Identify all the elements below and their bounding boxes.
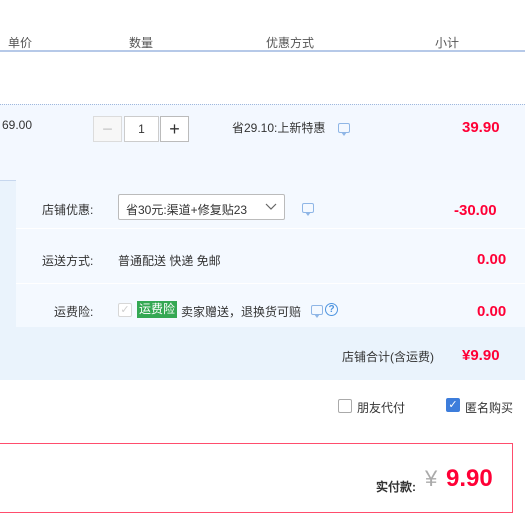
insurance-badge: 运费险 — [137, 301, 178, 318]
insurance-label: 运费险: — [54, 305, 94, 319]
shop-discount-select[interactable]: 省30元:渠道+修复贴23 — [118, 194, 285, 220]
header-quantity: 数量 — [129, 36, 154, 50]
friend-pay-label[interactable]: 朋友代付 — [357, 399, 405, 416]
delivery-method: 普通配送 快递 免邮 — [118, 254, 221, 268]
currency-symbol: ¥ — [425, 466, 438, 491]
order-item-row — [0, 104, 525, 181]
friend-pay-checkbox[interactable] — [338, 399, 352, 413]
shop-discount-selected: 省30元:渠道+修复贴23 — [126, 203, 248, 217]
help-icon[interactable]: ? — [325, 303, 338, 316]
delivery-amount: 0.00 — [477, 251, 507, 268]
chat-bubble-icon[interactable] — [302, 203, 314, 216]
chat-bubble-icon[interactable] — [311, 305, 323, 318]
header-unit-price: 单价 — [8, 36, 33, 50]
shop-total-value: ¥9.90 — [462, 347, 500, 364]
header-discount-method: 优惠方式 — [266, 36, 315, 50]
shop-discount-label: 店铺优惠: — [42, 203, 94, 217]
insurance-text: 卖家赠送，退换货可赔 — [181, 305, 302, 319]
anonymous-checkbox[interactable]: ✓ — [446, 398, 460, 412]
header-subtotal: 小计 — [435, 36, 460, 50]
chevron-down-icon — [265, 203, 277, 210]
quantity-decrease-button[interactable]: − — [93, 116, 122, 142]
payment-label: 实付款: — [376, 480, 416, 494]
quantity-input[interactable]: 1 — [124, 116, 159, 142]
chat-bubble-icon[interactable] — [338, 123, 350, 136]
row-divider — [16, 283, 525, 284]
insurance-checkbox: ✓ — [118, 303, 132, 317]
item-promo-text: 省29.10:上新特惠 — [232, 121, 326, 135]
shop-total-label: 店铺合计(含运费) — [342, 350, 434, 364]
insurance-amount: 0.00 — [477, 303, 507, 320]
anonymous-label[interactable]: 匿名购买 — [465, 399, 513, 416]
row-divider — [16, 228, 525, 229]
order-table-header: 单价 数量 优惠方式 小计 — [0, 0, 525, 52]
item-subtotal: 39.90 — [462, 119, 500, 136]
delivery-label: 运送方式: — [42, 254, 94, 268]
item-unit-price: 69.00 — [2, 118, 33, 132]
shop-discount-amount: -30.00 — [454, 202, 497, 219]
payment-amount: 9.90 — [446, 465, 493, 492]
quantity-increase-button[interactable]: + — [160, 116, 189, 142]
